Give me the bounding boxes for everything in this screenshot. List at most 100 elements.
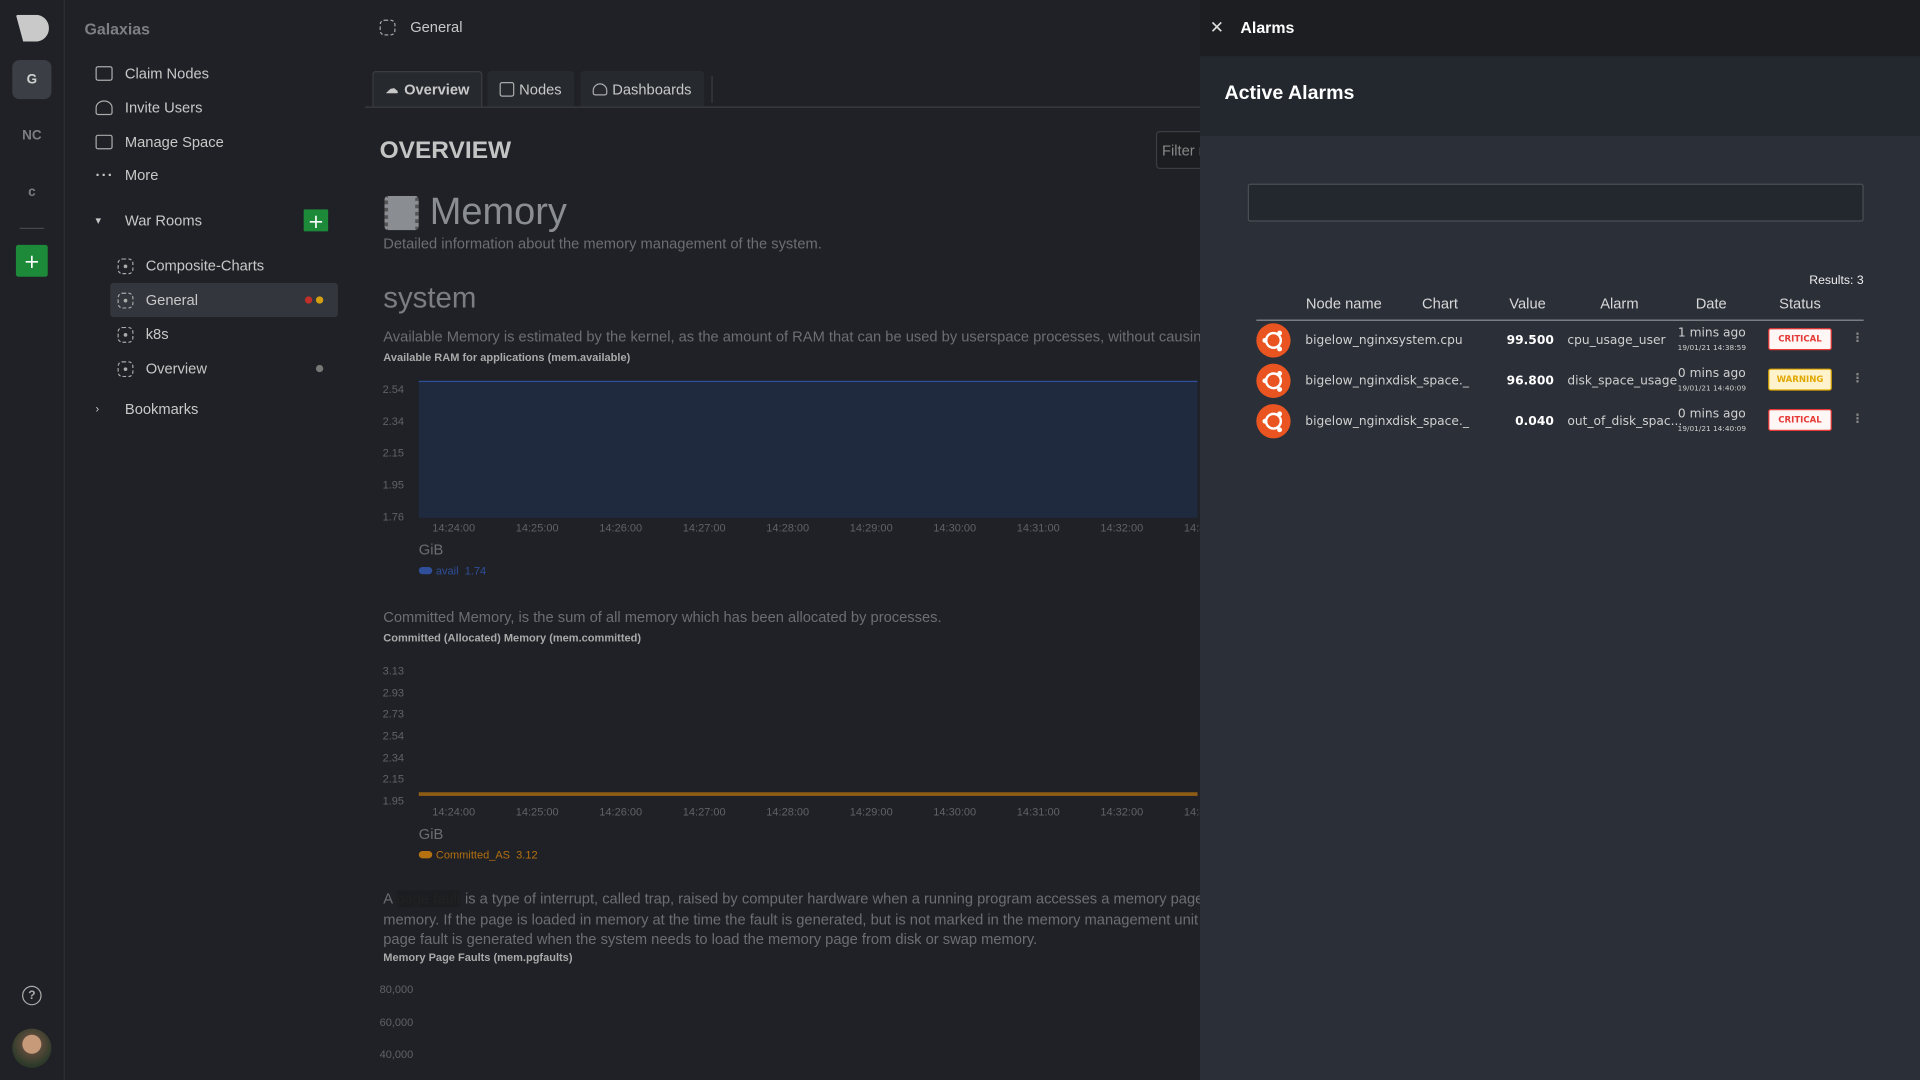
label: Composite-Charts <box>145 257 265 275</box>
x-tick: 14:30:00 <box>933 521 977 534</box>
label: Nodes <box>519 80 562 98</box>
claim-nodes-item[interactable]: Claim Nodes <box>95 58 210 90</box>
legend-item[interactable]: avail 1.74 <box>418 564 487 577</box>
col-value[interactable]: Value <box>1494 295 1561 312</box>
chart-title: Memory Page Faults (mem.pgfaults) <box>383 951 573 964</box>
alarm-value: 96.800 <box>1506 374 1554 389</box>
room-icon <box>117 360 134 377</box>
kebab-menu-icon[interactable]: ⋮ <box>1851 372 1863 385</box>
divider <box>19 227 45 229</box>
chart-name: disk_space._ <box>1392 415 1469 429</box>
add-room-button[interactable]: + <box>303 209 329 232</box>
y-tick: 2.54 <box>382 729 405 743</box>
x-tick: 14:25:00 <box>515 521 559 534</box>
text: page fault is generated when the system … <box>383 930 1038 948</box>
alarms-search-input[interactable] <box>1247 183 1864 222</box>
user-icon <box>95 100 113 116</box>
room-k8s[interactable]: k8s <box>110 317 338 351</box>
alarm-row[interactable]: bigelow_nginx disk_space._ 0.040 out_of_… <box>1256 404 1864 443</box>
status-badge: WARNING <box>1768 368 1832 391</box>
dashboard-icon <box>592 82 608 95</box>
committed-memory-chart[interactable]: 3.13 2.93 2.73 2.54 2.34 2.15 1.95 14:24:00 14:2… <box>365 649 1227 869</box>
tab-dashboards[interactable]: Dashboards <box>580 71 704 107</box>
manage-space-item[interactable]: Manage Space <box>95 126 224 158</box>
col-chart[interactable]: Chart <box>1408 295 1472 312</box>
user-avatar[interactable] <box>12 1028 52 1068</box>
war-rooms-toggle[interactable]: ▾ War Rooms <box>96 204 202 236</box>
alarm-row[interactable]: bigelow_nginx disk_space._ 96.800 disk_s… <box>1256 363 1864 403</box>
tab-overview[interactable]: ☁ Overview <box>372 71 483 107</box>
kebab-menu-icon[interactable]: ⋮ <box>1851 332 1863 345</box>
alarm-value: 0.040 <box>1515 415 1554 429</box>
spaces-rail: G NC c + ? <box>0 0 65 1080</box>
available-ram-chart[interactable]: 2.54 2.34 2.15 1.95 1.76 14:24:00 14:25:00 14:2… <box>365 367 1227 587</box>
series-line <box>418 792 1198 796</box>
space-nc[interactable]: NC <box>12 116 51 155</box>
room-overview[interactable]: Overview <box>110 351 338 385</box>
divider <box>364 106 1201 108</box>
ubuntu-icon <box>1256 363 1291 398</box>
alarm-ago: 0 mins ago <box>1677 407 1746 422</box>
label: Manage Space <box>124 133 224 151</box>
y-tick: 60,000 <box>379 1016 414 1029</box>
available-desc: Available Memory is estimated by the ker… <box>383 328 1280 346</box>
room-icon <box>117 292 134 308</box>
col-status[interactable]: Status <box>1763 295 1836 312</box>
alarm-name: disk_space_usage <box>1567 374 1678 389</box>
alarm-row[interactable]: bigelow_nginx system.cpu 99.500 cpu_usag… <box>1256 323 1864 362</box>
x-tick: 14:24:00 <box>432 805 476 818</box>
col-node-name[interactable]: Node name <box>1298 295 1390 312</box>
col-alarm[interactable]: Alarm <box>1580 295 1660 312</box>
tab-nodes[interactable]: Nodes <box>487 71 574 107</box>
y-tick: 2.34 <box>382 415 405 428</box>
status-dot <box>315 364 324 373</box>
page-fault-link[interactable]: page fault <box>396 890 461 908</box>
legend-value: 1.74 <box>464 564 487 577</box>
chart-title: Committed (Allocated) Memory (mem.commit… <box>383 631 642 645</box>
label: More <box>124 166 159 184</box>
room-title: General <box>410 18 463 36</box>
critical-dot <box>304 296 313 304</box>
room-icon <box>117 326 134 343</box>
alarm-date: 19/01/21 14:40:09 <box>1677 384 1747 394</box>
memory-icon <box>384 195 419 231</box>
invite-users-item[interactable]: Invite Users <box>95 92 202 124</box>
add-space-button[interactable]: + <box>15 244 48 277</box>
x-tick: 14:28:00 <box>766 521 810 534</box>
text: memory. If the page is loaded in memory … <box>383 910 1306 928</box>
x-tick: 14:27:00 <box>682 521 726 534</box>
space-g[interactable]: G <box>12 60 52 100</box>
ubuntu-icon <box>1256 323 1291 358</box>
more-item[interactable]: ··· More <box>96 159 159 191</box>
netdata-logo[interactable] <box>15 14 49 42</box>
alarm-ago: 1 mins ago <box>1677 326 1746 341</box>
section-title: Memory <box>429 189 567 233</box>
unit-label: GiB <box>418 541 444 559</box>
space-c[interactable]: c <box>12 173 51 212</box>
kebab-menu-icon[interactable]: ⋮ <box>1851 413 1863 426</box>
x-tick: 14:29:00 <box>849 521 893 534</box>
plot-area <box>418 380 1198 518</box>
x-tick: 14:25:00 <box>515 805 559 818</box>
legend-swatch <box>418 566 433 575</box>
text: is a type of interrupt, called trap, rai… <box>460 890 1329 908</box>
x-tick: 14:30:00 <box>933 805 977 818</box>
bookmarks-toggle[interactable]: › Bookmarks <box>96 393 199 425</box>
alarm-name: cpu_usage_user <box>1567 334 1666 348</box>
x-tick: 14:24:00 <box>432 521 476 534</box>
room-composite-charts[interactable]: Composite-Charts <box>110 249 338 283</box>
room-general[interactable]: General <box>110 282 338 318</box>
col-date[interactable]: Date <box>1678 295 1745 312</box>
legend-name: Committed_AS <box>435 848 511 861</box>
close-icon[interactable]: ✕ <box>1210 17 1224 38</box>
label: Claim Nodes <box>124 64 210 83</box>
alarms-header: ✕ Alarms <box>1200 0 1920 57</box>
y-tick: 2.15 <box>382 773 405 786</box>
x-tick: 14:32:00 <box>1100 521 1144 534</box>
section-desc: Detailed information about the memory ma… <box>383 235 822 253</box>
y-tick: 2.34 <box>382 751 405 764</box>
legend-item[interactable]: Committed_AS 3.12 <box>418 848 538 861</box>
plot-area <box>419 662 1198 802</box>
help-icon[interactable]: ? <box>22 985 42 1006</box>
chevron-right-icon: › <box>95 402 100 416</box>
